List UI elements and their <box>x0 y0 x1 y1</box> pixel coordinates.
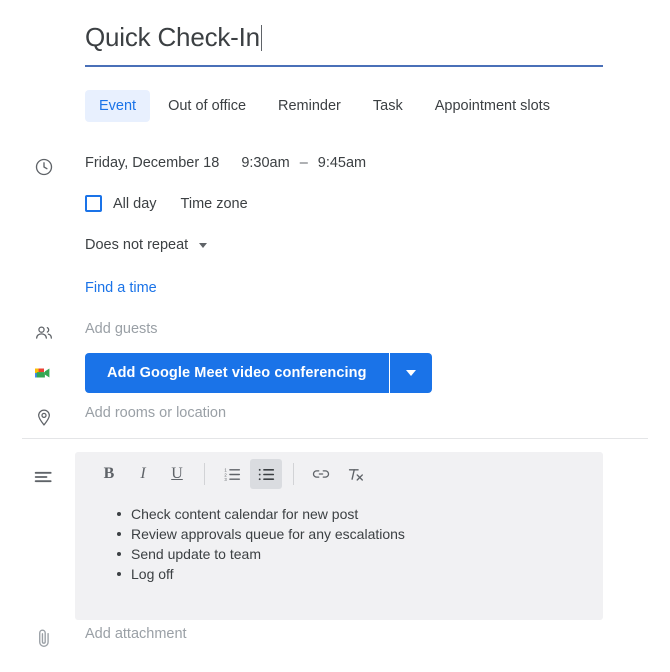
event-title-row: Quick Check-In <box>85 22 603 67</box>
repeat-dropdown[interactable]: Does not repeat <box>85 237 208 253</box>
datetime-row: Friday, December 18 9:30am – 9:45am <box>85 155 366 171</box>
section-divider <box>22 438 648 439</box>
text-cursor <box>260 25 262 51</box>
location-pin-icon <box>32 405 56 429</box>
meet-options-dropdown-button[interactable] <box>390 353 433 393</box>
tab-task[interactable]: Task <box>359 90 417 122</box>
svg-text:3: 3 <box>224 476 227 481</box>
description-icon <box>32 465 56 489</box>
event-title-text: Quick Check-In <box>85 22 260 52</box>
tab-reminder[interactable]: Reminder <box>264 90 355 122</box>
tab-event[interactable]: Event <box>85 90 151 122</box>
all-day-row: All day Time zone <box>85 195 248 212</box>
description-editor[interactable]: Check content calendar for new post Revi… <box>75 496 603 612</box>
time-zone-button[interactable]: Time zone <box>181 196 248 212</box>
add-location-input[interactable]: Add rooms or location <box>85 405 226 421</box>
event-type-tabs: Event Out of office Reminder Task Appoin… <box>85 90 564 122</box>
description-panel: B I U 1 2 3 Check content calendar for n… <box>75 452 603 620</box>
find-a-time-link[interactable]: Find a time <box>85 280 157 296</box>
add-attachment-button[interactable]: Add attachment <box>85 626 187 642</box>
underline-button[interactable]: U <box>161 459 193 489</box>
google-meet-button-group: Add Google Meet video conferencing <box>85 353 433 393</box>
event-start-time[interactable]: 9:30am <box>241 155 289 171</box>
tab-out-of-office[interactable]: Out of office <box>154 90 260 122</box>
toolbar-divider-2 <box>293 463 294 485</box>
bulleted-list-button[interactable] <box>250 459 282 489</box>
chevron-down-icon <box>199 242 208 248</box>
bold-button[interactable]: B <box>93 459 125 489</box>
list-item: Check content calendar for new post <box>117 504 585 524</box>
add-google-meet-button[interactable]: Add Google Meet video conferencing <box>85 353 389 393</box>
tab-appointment-slots[interactable]: Appointment slots <box>421 90 564 122</box>
time-range-dash: – <box>299 155 308 171</box>
event-title-input[interactable]: Quick Check-In <box>85 22 603 67</box>
paperclip-icon <box>32 626 56 650</box>
description-toolbar: B I U 1 2 3 <box>75 452 603 496</box>
insert-link-button[interactable] <box>305 459 337 489</box>
remove-formatting-button[interactable] <box>339 459 371 489</box>
add-guests-input[interactable]: Add guests <box>85 321 158 337</box>
toolbar-divider <box>204 463 205 485</box>
all-day-checkbox[interactable] <box>85 195 102 212</box>
list-item: Send update to team <box>117 544 585 564</box>
all-day-label: All day <box>113 195 157 212</box>
numbered-list-button[interactable]: 1 2 3 <box>216 459 248 489</box>
chevron-down-icon <box>406 370 417 376</box>
italic-button[interactable]: I <box>127 459 159 489</box>
clock-icon <box>32 155 56 179</box>
event-end-time[interactable]: 9:45am <box>318 155 366 171</box>
description-bullet-list: Check content calendar for new post Revi… <box>93 504 585 584</box>
event-date[interactable]: Friday, December 18 <box>85 155 219 171</box>
list-item: Log off <box>117 564 585 584</box>
repeat-label: Does not repeat <box>85 237 189 253</box>
list-item: Review approvals queue for any escalatio… <box>117 524 585 544</box>
google-meet-icon <box>32 361 56 385</box>
guests-icon <box>32 321 56 345</box>
